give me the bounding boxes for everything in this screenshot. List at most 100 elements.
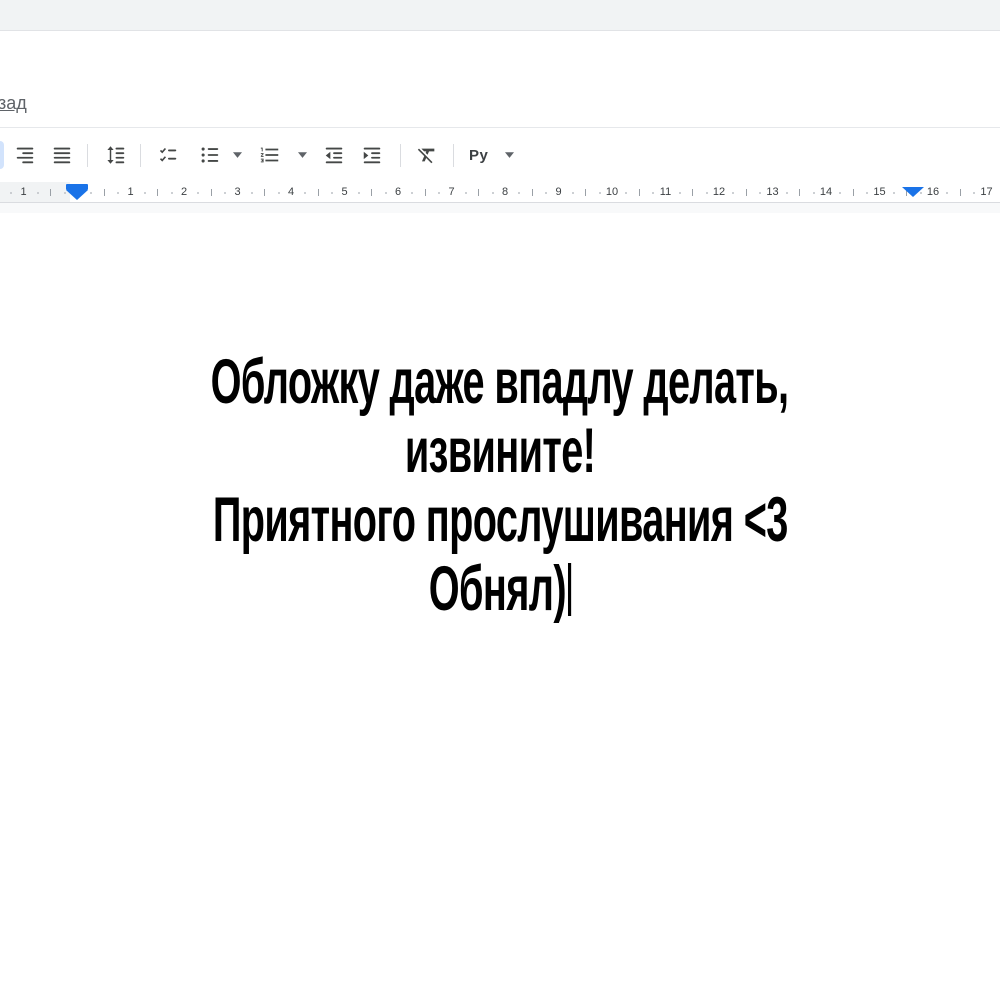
bulleted-list-dropdown[interactable] (229, 141, 245, 169)
ruler-number: 8 (502, 185, 508, 199)
toolbar-divider (453, 144, 454, 167)
ruler-tick-dot (652, 192, 654, 194)
ruler-number: 7 (448, 185, 454, 199)
ruler-tick (211, 189, 212, 196)
ruler-number: 5 (341, 185, 347, 199)
ruler-tick-dot (572, 192, 574, 194)
clear-formatting-button[interactable] (413, 141, 441, 169)
ruler-number: 17 (980, 185, 992, 199)
ruler-page-gap (0, 203, 1000, 213)
formatting-toolbar: Ру (0, 127, 1000, 182)
ruler-tick (746, 189, 747, 196)
ruler-tick (157, 189, 158, 196)
text-cursor (568, 563, 571, 616)
ruler-tick-dot (90, 192, 92, 194)
ruler-tick-dot (465, 192, 467, 194)
ruler-tick (318, 189, 319, 196)
ruler-tick-dot (171, 192, 173, 194)
ruler-tick-dot (759, 192, 761, 194)
ruler-tick (425, 189, 426, 196)
ruler-tick-dot (813, 192, 815, 194)
numbered-list-dropdown[interactable] (294, 141, 310, 169)
align-right-button[interactable] (11, 141, 39, 169)
ruler-number: 14 (820, 185, 832, 199)
ruler-tick-dot (839, 192, 841, 194)
document-line: извините! (0, 417, 1000, 486)
active-align-button-edge[interactable] (0, 141, 4, 169)
ruler-tick (478, 189, 479, 196)
ruler-number: 10 (606, 185, 618, 199)
align-justify-icon (51, 144, 73, 166)
ruler-tick-dot (625, 192, 627, 194)
ruler-tick-dot (706, 192, 708, 194)
indent-decrease-button[interactable] (320, 141, 348, 169)
ruler-number: 1 (127, 185, 133, 199)
numbered-list-button[interactable] (256, 141, 284, 169)
ruler-tick-dot (37, 192, 39, 194)
document-line: Приятного прослушивания <3 (0, 486, 1000, 555)
ruler-tick (639, 189, 640, 196)
ruler-tick-dot (732, 192, 734, 194)
toolbar-divider (87, 144, 88, 167)
ruler-tick-dot (866, 192, 868, 194)
ruler-tick-dot (117, 192, 119, 194)
indent-increase-icon (361, 144, 383, 166)
chevron-down-icon (505, 152, 514, 158)
input-tools-dropdown[interactable] (501, 141, 517, 169)
ruler-tick-dot (358, 192, 360, 194)
left-indent-triangle[interactable] (66, 190, 88, 200)
ruler-tick (104, 189, 105, 196)
app-window: зад (0, 0, 1000, 1000)
input-tools-button[interactable]: Ру (465, 141, 492, 169)
ruler-tick-dot (251, 192, 253, 194)
align-right-icon (14, 144, 36, 166)
ruler-number: 3 (234, 185, 240, 199)
ruler-tick (532, 189, 533, 196)
bulleted-list-button[interactable] (196, 141, 224, 169)
ruler-tick-dot (545, 192, 547, 194)
clear-formatting-icon (416, 144, 438, 166)
ruler-tick-dot (679, 192, 681, 194)
document-page[interactable]: Обложку даже впадлу делать, извините! Пр… (0, 213, 1000, 1000)
toolbar-divider (400, 144, 401, 167)
ruler-number: 2 (181, 185, 187, 199)
left-indent-marker[interactable] (66, 184, 88, 200)
checklist-button[interactable] (154, 141, 182, 169)
ruler-tick-dot (278, 192, 280, 194)
ruler-number: 4 (288, 185, 294, 199)
ruler-number: 15 (873, 185, 885, 199)
ruler-number: 16 (927, 185, 939, 199)
document-line: Обложку даже впадлу делать, (0, 348, 1000, 417)
right-indent-marker[interactable] (902, 187, 924, 197)
align-justify-button[interactable] (48, 141, 76, 169)
chevron-down-icon (298, 152, 307, 158)
back-link[interactable]: зад (0, 93, 27, 114)
toolbar-divider (140, 144, 141, 167)
bulleted-list-icon (199, 144, 221, 166)
ruler-number: 9 (555, 185, 561, 199)
ruler-tick (264, 189, 265, 196)
horizontal-ruler[interactable]: 11234567891011121314151617 (0, 182, 1000, 203)
ruler-tick-dot (331, 192, 333, 194)
ruler-tick-dot (411, 192, 413, 194)
ruler-tick-dot (786, 192, 788, 194)
numbered-list-icon (259, 144, 281, 166)
line-spacing-button[interactable] (102, 141, 130, 169)
ruler-tick-dot (197, 192, 199, 194)
ruler-tick-dot (304, 192, 306, 194)
document-line: Обнял) (0, 555, 1000, 624)
ruler-margin-number: 1 (20, 185, 26, 199)
ruler-tick-dot (144, 192, 146, 194)
ruler-tick (960, 189, 961, 196)
ruler-tick (853, 189, 854, 196)
ruler-tick (692, 189, 693, 196)
ruler-tick (371, 189, 372, 196)
chevron-down-icon (233, 152, 242, 158)
ruler-number: 12 (713, 185, 725, 199)
ruler-tick-dot (492, 192, 494, 194)
top-bar (0, 0, 1000, 31)
ruler-tick (799, 189, 800, 196)
ruler-tick-dot (385, 192, 387, 194)
right-indent-triangle[interactable] (902, 187, 924, 197)
indent-increase-button[interactable] (358, 141, 386, 169)
